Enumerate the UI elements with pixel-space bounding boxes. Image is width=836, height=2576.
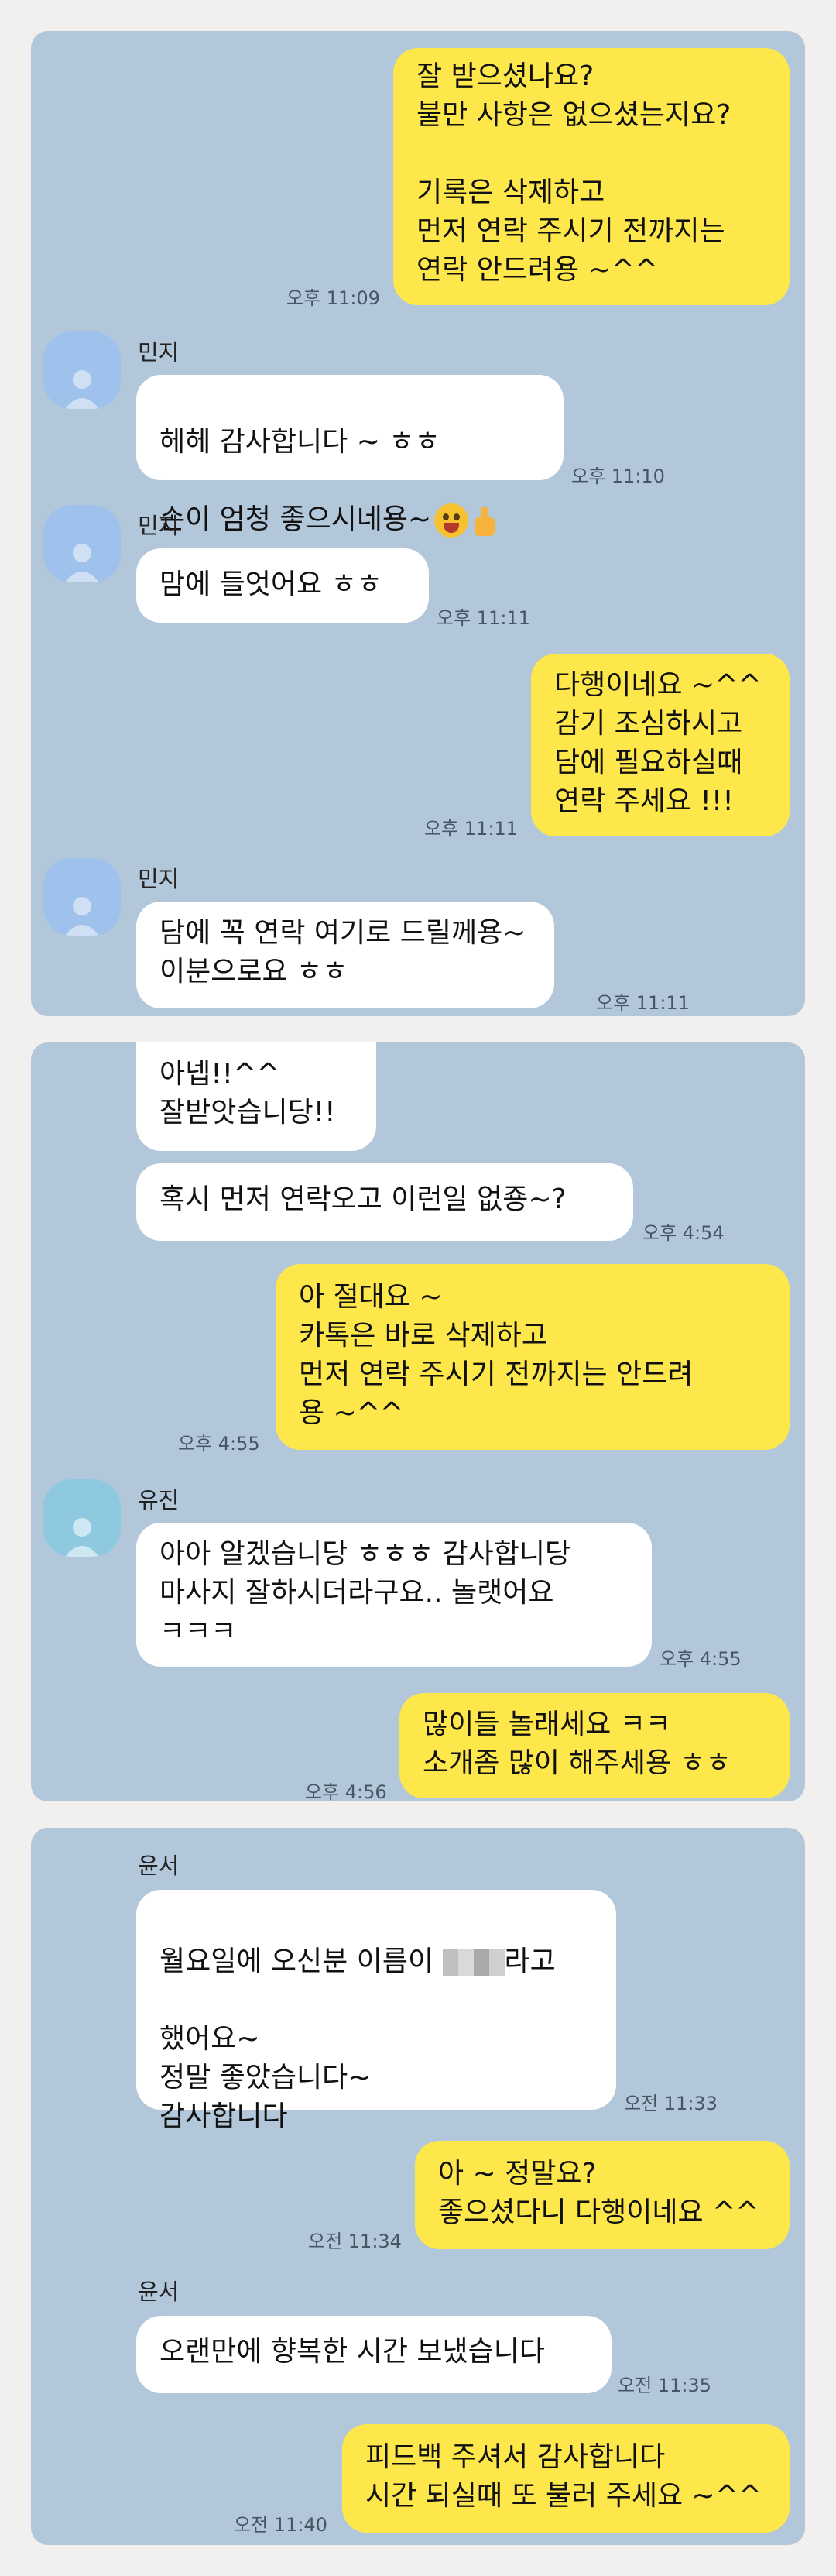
chat-panel-3: 윤서 월요일에 오신분 이름이 라고 했어요~ 정말 좋았습니다~ 감사합니다 … — [31, 1828, 805, 2545]
my-message-bubble[interactable]: 아 절대요 ~ 카톡은 바로 삭제하고 먼저 연락 주시기 전까지는 안드려 용… — [276, 1264, 790, 1450]
profile-photo-avatar[interactable] — [43, 2271, 121, 2348]
avatar[interactable] — [43, 331, 121, 409]
thumbs-up-emoji-icon — [475, 507, 495, 536]
default-profile-icon — [65, 897, 99, 936]
message-time: 오전 11:34 — [308, 2231, 402, 2252]
sender-name: 윤서 — [138, 2279, 180, 2305]
message-time: 오후 11:10 — [571, 465, 665, 487]
other-message-bubble[interactable]: 헤헤 감사합니다 ~ ㅎㅎ 손이 엄청 좋으시네용~ — [136, 375, 564, 538]
message-time: 오후 4:55 — [660, 1648, 742, 1670]
default-profile-icon — [65, 370, 99, 409]
other-message-bubble[interactable]: 맘에 들엇어요 ㅎㅎ — [136, 548, 429, 623]
avatar[interactable] — [43, 505, 121, 582]
other-message-bubble[interactable]: 혹시 먼저 연락오고 이런일 없죵~? — [136, 1163, 633, 1241]
profile-photo-avatar[interactable] — [43, 1845, 121, 1922]
message-time: 오전 11:40 — [234, 2514, 327, 2536]
message-text: 라고 — [504, 1946, 556, 1977]
message-time: 오후 11:11 — [437, 607, 530, 629]
message-text: 했어요~ 정말 좋았습니다~ 감사합니다 — [159, 2023, 372, 2132]
message-text: 손이 엄청 좋으시네용~ — [159, 503, 432, 535]
default-profile-icon — [65, 544, 99, 582]
message-text: 월요일에 오신분 이름이 — [159, 1946, 443, 1977]
my-message-bubble[interactable]: 피드백 주셔서 감사합니다 시간 되실때 또 불러 주세요 ~^^ — [342, 2424, 790, 2533]
message-line: 손이 엄청 좋으시네용~ — [159, 500, 540, 539]
tongue-out-face-emoji-icon — [434, 503, 469, 538]
chat-panel-2: 아넵!!^^ 잘받앗습니당!! 혹시 먼저 연락오고 이런일 없죵~? 오후 4… — [31, 1042, 805, 1801]
my-message-bubble[interactable]: 아 ~ 정말요? 좋으셨다니 다행이네요 ^^ — [415, 2141, 790, 2249]
message-time: 오후 4:55 — [178, 1433, 260, 1455]
other-message-bubble[interactable]: 아넵!!^^ 잘받앗습니당!! — [136, 1042, 376, 1151]
message-time: 오전 11:35 — [618, 2375, 711, 2396]
default-profile-icon — [65, 1518, 99, 1557]
message-line: 월요일에 오신분 이름이 라고 — [159, 1942, 593, 1981]
avatar[interactable] — [43, 858, 121, 936]
sender-name: 민지 — [138, 866, 180, 892]
other-message-bubble[interactable]: 담에 꼭 연락 여기로 드릴께용~ 이분으로요 ㅎㅎ — [136, 902, 554, 1008]
chat-panel-1: 잘 받으셨나요? 불만 사항은 없으셨는지요? 기록은 삭제하고 먼저 연락 주… — [31, 31, 805, 1016]
message-time: 오후 11:11 — [424, 818, 518, 840]
message-time: 오후 11:09 — [286, 287, 380, 309]
other-message-bubble[interactable]: 아아 알겠습니당 ㅎㅎㅎ 감사합니당 마사지 잘하시더라구요.. 놀랫어요 ㅋㅋ… — [136, 1523, 652, 1667]
blurred-name-mosaic — [442, 1949, 505, 1976]
message-time: 오후 4:56 — [305, 1781, 387, 1801]
my-message-bubble[interactable]: 많이들 놀래세요 ㅋㅋ 소개좀 많이 해주세용 ㅎㅎ — [399, 1693, 790, 1798]
sender-name: 유진 — [138, 1487, 180, 1513]
message-line: 헤헤 감사합니다 ~ ㅎㅎ — [159, 426, 440, 458]
sender-name: 민지 — [138, 513, 180, 539]
sender-name: 윤서 — [138, 1853, 180, 1879]
other-message-bubble[interactable]: 오랜만에 향복한 시간 보냈습니다 — [136, 2316, 612, 2393]
sender-name: 민지 — [138, 339, 180, 366]
message-time: 오전 11:33 — [624, 2093, 718, 2114]
other-message-bubble[interactable]: 월요일에 오신분 이름이 라고 했어요~ 정말 좋았습니다~ 감사합니다 — [136, 1890, 616, 2132]
my-message-bubble[interactable]: 다행이네요 ~^^ 감기 조심하시고 담에 필요하실때 연락 주세요 !!! — [531, 654, 790, 836]
avatar[interactable] — [43, 1479, 121, 1557]
message-time: 오후 11:11 — [596, 992, 690, 1014]
message-time: 오후 4:54 — [642, 1222, 725, 1244]
my-message-bubble[interactable]: 잘 받으셨나요? 불만 사항은 없으셨는지요? 기록은 삭제하고 먼저 연락 주… — [393, 48, 790, 305]
